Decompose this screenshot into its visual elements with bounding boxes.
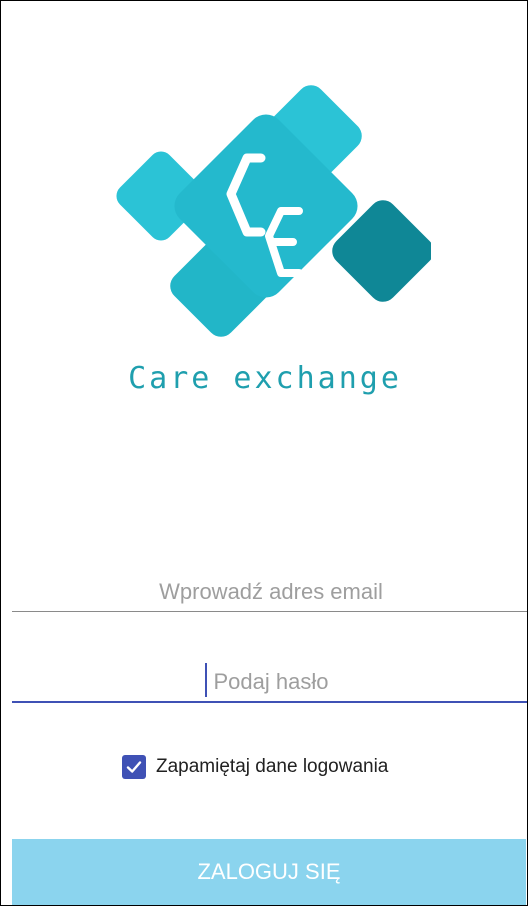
- password-input[interactable]: [12, 663, 527, 703]
- text-cursor: [205, 663, 207, 697]
- care-exchange-logo-icon: [116, 85, 431, 337]
- email-input[interactable]: [12, 573, 527, 612]
- remember-me-label: Zapamiętaj dane logowania: [156, 756, 389, 777]
- brand-name: Care exchange: [128, 361, 402, 396]
- remember-me-checkbox[interactable]: Zapamiętaj dane logowania: [122, 755, 388, 779]
- checkbox-box[interactable]: [122, 755, 146, 779]
- login-screen: Care exchange Zapamiętaj dane logowania …: [0, 0, 528, 906]
- check-icon: [126, 761, 142, 773]
- login-button[interactable]: ZALOGUJ SIĘ: [12, 839, 526, 905]
